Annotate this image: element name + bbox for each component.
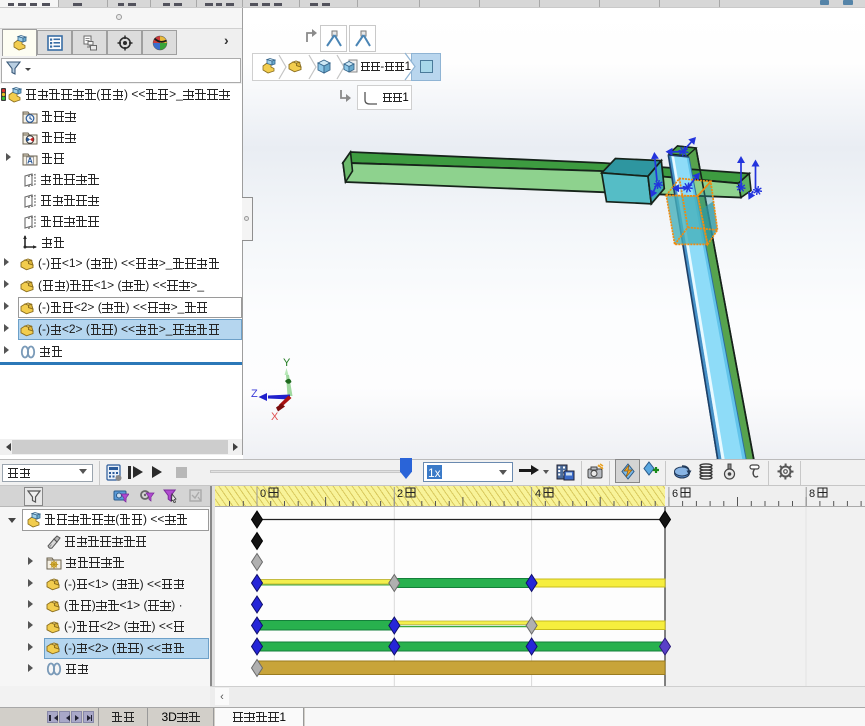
- svg-text:6: 6: [672, 488, 678, 500]
- svg-text:2: 2: [397, 488, 403, 500]
- svg-text:8: 8: [809, 488, 815, 500]
- svg-text:Y: Y: [283, 357, 291, 369]
- svg-text:4: 4: [535, 488, 541, 500]
- svg-text:A: A: [27, 157, 33, 166]
- svg-text:0: 0: [260, 488, 266, 500]
- svg-text:X: X: [271, 411, 279, 423]
- svg-text:Z: Z: [251, 388, 258, 400]
